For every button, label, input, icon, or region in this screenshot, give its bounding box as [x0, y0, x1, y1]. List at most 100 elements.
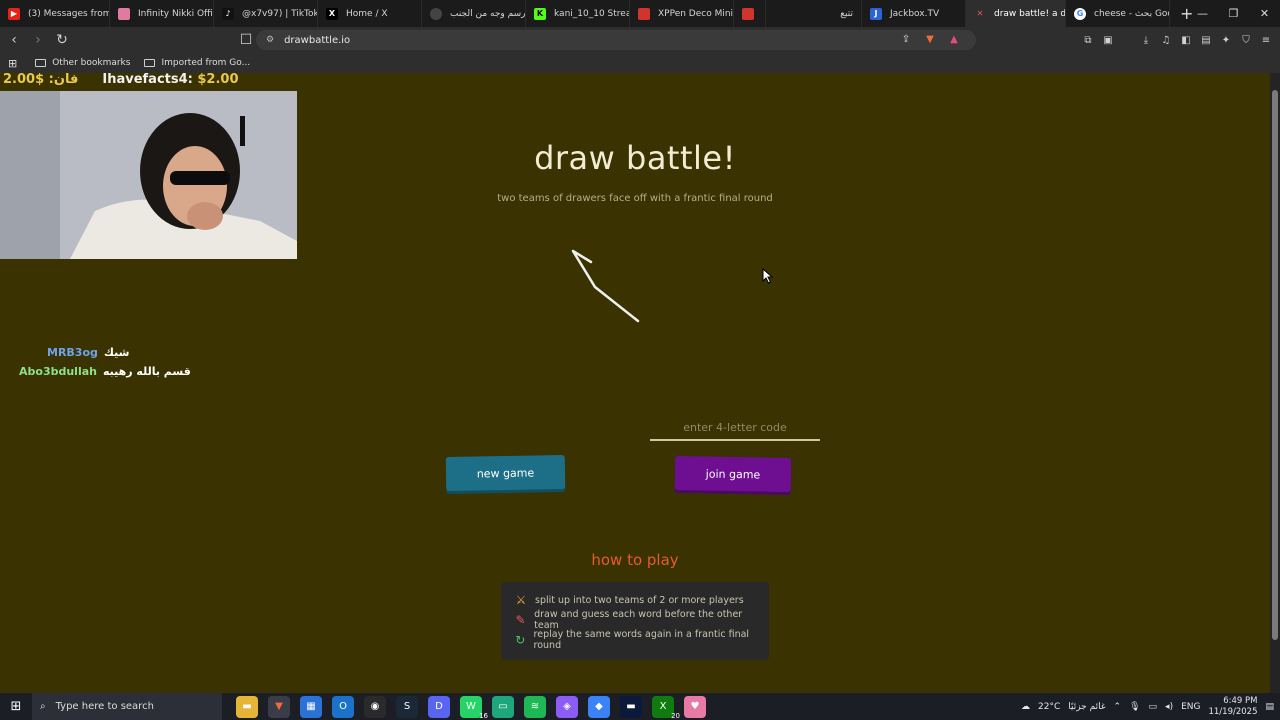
outlook-icon[interactable]: O	[332, 695, 354, 718]
tab-draw-battle[interactable]: ✕draw battle! a d✕	[966, 0, 1066, 27]
steam-icon[interactable]: S	[396, 695, 418, 718]
tab-label: Infinity Nikki Officia	[138, 8, 213, 19]
media-player-icon[interactable]: ◉	[364, 695, 386, 718]
tab-tiktok[interactable]: ♪ @x7v97) | TikTok(7)	[214, 0, 318, 27]
windows-start-icon[interactable]: ⊞	[0, 693, 32, 720]
weather-icon[interactable]: ☁	[1021, 702, 1030, 712]
ms-store-icon[interactable]: ▦	[300, 695, 322, 718]
chat-message: MRB3og شيك	[47, 346, 129, 359]
apps-grid-icon[interactable]: ⊞	[8, 57, 17, 70]
file-explorer-icon[interactable]: ▬	[236, 695, 258, 718]
microphone-icon[interactable]: 🎙	[1129, 702, 1140, 712]
tab-youtube[interactable]: ▶ (3) Messages from t	[0, 0, 110, 27]
bookmark-imported[interactable]: Imported from Go...	[144, 58, 250, 68]
tab-x[interactable]: X Home / X	[318, 0, 422, 27]
drawbattle-icon: ✕	[976, 9, 984, 18]
share-icon[interactable]: ⇪	[898, 31, 914, 47]
kick-icon: K	[534, 7, 546, 20]
shop-icon	[638, 7, 650, 20]
tab-arabic-drawing[interactable]: رسم وجه من الجنب	[422, 0, 526, 27]
whatsapp-badge: 16	[479, 711, 488, 720]
crossed-swords-icon: ⚔	[515, 593, 527, 607]
forward-icon[interactable]: ›	[28, 30, 48, 50]
chevron-up-icon[interactable]: ⌃	[1114, 702, 1122, 712]
xbox-icon[interactable]: X 20	[652, 695, 680, 720]
extensions-icon[interactable]: ⧉	[1080, 30, 1096, 50]
tab-kick-stream[interactable]: Kkani_10_10 Stream	[526, 0, 630, 27]
chat-username: MRB3og	[47, 346, 98, 359]
network-icon[interactable]: ▭	[1149, 702, 1158, 712]
url-field[interactable]: ⚙ drawbattle.io	[256, 30, 976, 50]
minimize-icon[interactable]: —	[1187, 0, 1218, 27]
tab-google-cheese[interactable]: Gcheese - بحث Googl	[1066, 0, 1170, 27]
site-info-icon[interactable]: ⚙	[266, 35, 274, 45]
sidebar-icon[interactable]: ◧	[1178, 30, 1194, 50]
list-item: ↻ replay the same words again in a frant…	[513, 629, 757, 651]
game-launcher-icon[interactable]: ◈	[556, 695, 578, 718]
mouse-cursor-icon	[762, 268, 774, 284]
tab-xppen[interactable]: XPPen Deco Mini7 V	[630, 0, 734, 27]
spotify-icon[interactable]: ≋	[524, 695, 546, 718]
whatsapp-icon[interactable]: W 16	[460, 695, 488, 720]
new-game-button[interactable]: new game	[445, 454, 566, 492]
restore-icon[interactable]: ❐	[1218, 0, 1249, 27]
youtube-icon: ▶	[8, 7, 20, 20]
brave-shields-icon[interactable]: ▼	[922, 31, 938, 47]
pencil-icon: ✎	[515, 613, 526, 627]
toolbar-buttons: ⧉ ▣ ⤓ ♫ ◧ ▤ ✦ ⛉ ≡	[1080, 30, 1274, 50]
system-tray: ☁ 22°C غائم جزئيًا ⌃ 🎙 ▭ ◂) ENG 6:49 PM …	[1021, 693, 1280, 720]
discord-icon[interactable]: D	[428, 695, 450, 718]
language-indicator[interactable]: ENG	[1181, 702, 1200, 712]
tab-label: Home / X	[346, 8, 388, 19]
tab-strip: ▶ (3) Messages from t Infinity Nikki Offi…	[0, 0, 1280, 27]
chat-text: شيك	[103, 346, 130, 359]
tab-label: @x7v97) | TikTok(7)	[242, 8, 318, 19]
clock[interactable]: 6:49 PM 11/19/2025	[1208, 696, 1257, 718]
donation-left: 2.00$ :فان	[3, 72, 79, 87]
taskbar-search[interactable]: ⌕ Type here to search	[32, 693, 222, 720]
replay-icon: ↻	[515, 633, 526, 647]
tab-jackbox[interactable]: J Jackbox.TV	[862, 0, 966, 27]
vpn-icon[interactable]: ⛉	[1238, 30, 1254, 50]
bookmarks-bar: ⊞ Other bookmarks Imported from Go...	[0, 53, 1280, 73]
menu-icon[interactable]: ≡	[1258, 30, 1274, 50]
donation-ticker: 2.00$ :فان Ihavefacts4: $2.00	[0, 72, 239, 90]
downloads-icon[interactable]: ⤓	[1138, 30, 1154, 50]
media-icon[interactable]: ♫	[1158, 30, 1174, 50]
chat-username: Abo3bdullah	[19, 365, 97, 378]
tab-search-icon[interactable]: ▣	[1100, 30, 1116, 50]
tab-label: Jackbox.TV	[890, 8, 940, 19]
scrollbar-thumb[interactable]	[1272, 90, 1278, 640]
tab-label: kani_10_10 Stream	[554, 8, 629, 19]
tab-label: XPPen Deco Mini7 V	[658, 8, 734, 19]
reload-icon[interactable]: ↻	[52, 30, 72, 50]
streamer-webcam-image	[0, 91, 297, 259]
capcut-icon[interactable]: ▭	[492, 695, 514, 718]
xbox-badge: 20	[671, 711, 680, 720]
terminal-icon[interactable]: ▬	[620, 695, 642, 718]
tab-pinned-shop[interactable]	[734, 0, 766, 27]
tab-infinity-nikki[interactable]: Infinity Nikki Officia	[110, 0, 214, 27]
webcam-feed	[0, 91, 297, 259]
join-game-button[interactable]: join game	[674, 455, 792, 493]
notifications-icon[interactable]: ▤	[1265, 702, 1274, 712]
tab-label: draw battle! a d	[994, 8, 1066, 19]
bookmark-other[interactable]: Other bookmarks	[35, 58, 130, 68]
brave-rewards-icon[interactable]: ▲	[946, 31, 962, 47]
tab-label: رسم وجه من الجنب	[450, 8, 526, 19]
leo-ai-icon[interactable]: ✦	[1218, 30, 1234, 50]
wallet-icon[interactable]: ▤	[1198, 30, 1214, 50]
google-icon: G	[1074, 7, 1086, 20]
volume-icon[interactable]: ◂)	[1165, 702, 1173, 712]
vpn-app-icon[interactable]: ◆	[588, 695, 610, 718]
window-controls: — ❐ ✕	[1187, 0, 1280, 27]
bookmark-icon[interactable]: ☐	[236, 30, 256, 50]
room-code-input[interactable]	[650, 415, 820, 441]
anime-app-icon[interactable]: ♥	[684, 695, 706, 718]
brave-browser-icon[interactable]: ▼	[268, 695, 290, 718]
shop-icon	[742, 7, 754, 20]
chat-message: Abo3bdullah قسم بالله رهيبه	[19, 365, 191, 378]
close-window-icon[interactable]: ✕	[1249, 0, 1280, 27]
back-icon[interactable]: ‹	[4, 30, 24, 50]
tab-tracking[interactable]: تتبع	[766, 0, 862, 27]
